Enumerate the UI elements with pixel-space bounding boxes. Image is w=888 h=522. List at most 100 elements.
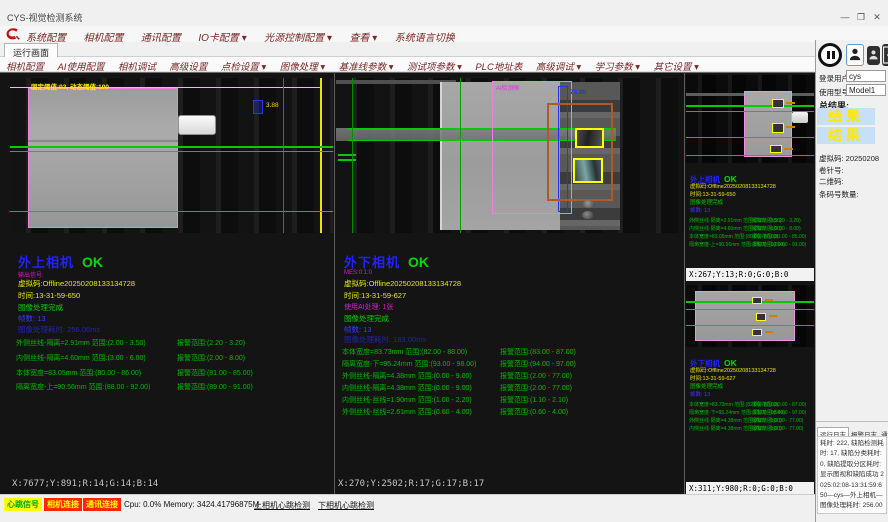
measurement-text: 外侧丝线-隔离=4.38mm 范围:(0.00 - 9.00) bbox=[342, 371, 472, 381]
defect-roi-yellow bbox=[752, 329, 762, 336]
measure-value-label: 3.88 bbox=[266, 102, 279, 109]
threshold-overlay-label: 固定阈值:93, 动态阈值:100 bbox=[31, 81, 109, 91]
baseline-green-vertical bbox=[352, 78, 353, 233]
measurement-row: 本体宽度=83.73mm 范围:(82.00 - 88.00) 报警范围:(83… bbox=[686, 401, 812, 409]
toolbar: 相机配置 AI使用配置 相机调试 高级设置 点检设置 ▾ 图像处理 ▾ 基准线参… bbox=[0, 57, 815, 72]
process-done-line: 图像处理完成 bbox=[344, 313, 389, 324]
left-product-region bbox=[28, 88, 178, 228]
exit-button[interactable] bbox=[882, 44, 888, 66]
alarm-range-text: 报警范围:(2.20 - 3.20) bbox=[752, 217, 801, 224]
operator-mode-button[interactable] bbox=[846, 44, 864, 66]
login-user-input[interactable] bbox=[846, 70, 886, 82]
annotation-mark bbox=[765, 299, 773, 301]
result-display-lower: 结果 bbox=[817, 127, 875, 144]
baseline-green bbox=[686, 309, 814, 310]
annotation-mark bbox=[769, 315, 777, 317]
admin-mode-button[interactable] bbox=[867, 46, 880, 65]
baseline-green bbox=[686, 155, 814, 156]
time-line: 时间:13-31-59-627 bbox=[690, 374, 736, 382]
defect-roi-yellow bbox=[575, 128, 604, 148]
bolt-feature bbox=[582, 211, 594, 219]
measure-roi-blue bbox=[253, 100, 263, 114]
model-input[interactable] bbox=[846, 84, 886, 96]
alarm-range-text: 报警范围:(81.00 - 85.00) bbox=[177, 368, 253, 378]
exit-door-icon bbox=[882, 44, 888, 66]
upper-camera-heartbeat-link[interactable]: 上相机心跳检测 bbox=[254, 500, 310, 511]
mini-panel-top: 外上相机OK 虚拟码:Offline20250208133134728 时间:1… bbox=[686, 72, 814, 281]
frame-line: 帧数: 13 bbox=[18, 313, 46, 324]
elapsed-line: 图像处理耗时: 256.06ms bbox=[18, 324, 100, 335]
frame-line: 帧数: 13 bbox=[690, 206, 710, 214]
barcode-line: 虚拟码:Offline20250208133134728 bbox=[344, 278, 461, 289]
measurement-text: 外侧丝线-隔离=2.91mm 范围:(2.00 - 3.50) bbox=[16, 338, 146, 348]
defect-roi-yellow bbox=[772, 123, 784, 133]
alarm-range-text: 报警范围:(1.10 - 2.10) bbox=[500, 395, 568, 405]
measurement-row: 外侧丝线-隔离=2.91mm 范围:(2.00 - 3.50) 报警范围:(2.… bbox=[10, 338, 333, 351]
alarm-range-text: 报警范围:(2.00 - 77.00) bbox=[752, 417, 803, 424]
status-bar: 心跳信号 相机连接 通讯连接 Cpu: 0.0% Memory: 3424.41… bbox=[0, 494, 815, 522]
process-done-line: 图像处理完成 bbox=[18, 302, 63, 313]
annotation-mark bbox=[784, 148, 793, 150]
baseline-green bbox=[686, 325, 814, 326]
measurement-text: 隔离宽度-下=95.24mm 范围:(93.00 - 98.00) bbox=[342, 359, 476, 369]
alarm-range-text: 报警范围:(2.00 - 8.00) bbox=[752, 225, 801, 232]
defect-roi-yellow bbox=[772, 99, 784, 108]
middle-camera-image[interactable]: AI检测框 73.80 bbox=[336, 78, 683, 233]
measurement-text: 隔离宽度-上=90.56mm 范围:(88.00 - 92.00) bbox=[16, 382, 150, 392]
tab-run-screen[interactable]: 运行画面 bbox=[4, 43, 58, 57]
baseline-green bbox=[686, 137, 814, 138]
measurement-text: 内侧丝线-隔离=4.60mm 范围:(3.00 - 6.00) bbox=[16, 353, 146, 363]
measurement-row: 隔离宽度-上=90.56mm 范围:(88.00 - 92.00) 报警范围:(… bbox=[10, 382, 333, 395]
left-camera-image[interactable]: 3.88 固定阈值:93, 动态阈值:100 bbox=[10, 78, 333, 233]
alarm-range-text: 报警范围:(2.00 - 77.00) bbox=[500, 383, 572, 393]
panel-separator bbox=[684, 72, 685, 494]
alarm-range-text: 报警范围:(94.00 - 97.00) bbox=[500, 359, 576, 369]
bolt-feature bbox=[583, 200, 595, 208]
defect-roi-yellow bbox=[573, 158, 603, 183]
camera-connection-badge: 相机连接 bbox=[44, 498, 82, 511]
baseline-green bbox=[686, 105, 814, 107]
cpu-memory-status: Cpu: 0.0% Memory: 3424.41796875M bbox=[124, 500, 259, 509]
barcode-line: 虚拟码:Offline20250208133134728 bbox=[690, 182, 776, 190]
camera-name: 外上相机 bbox=[18, 255, 74, 270]
time-line: 时间:13-31-59-650 bbox=[690, 190, 736, 198]
result-ok-badge: OK bbox=[82, 254, 103, 270]
baseline-green bbox=[10, 151, 333, 152]
annotation-mark bbox=[765, 331, 773, 333]
product-edge bbox=[28, 140, 178, 142]
measurement-row: 本体宽度=83.05mm 范围:(80.00 - 86.00) 报警范围:(81… bbox=[686, 233, 812, 241]
baseline-green-vertical bbox=[283, 78, 284, 233]
time-line: 时间:13-31-59-627 bbox=[344, 290, 406, 301]
mini-bottom-camera-image[interactable] bbox=[686, 285, 814, 347]
alarm-range-text: 报警范围:(2.00 - 8.00) bbox=[177, 353, 245, 363]
pause-icon bbox=[827, 51, 830, 59]
alarm-range-text: 报警范围:(83.00 - 87.00) bbox=[752, 401, 806, 408]
alarm-range-text: 报警范围:(81.00 - 85.00) bbox=[752, 233, 806, 240]
measurement-row: 本体宽度=83.05mm 范围:(80.00 - 86.00) 报警范围:(81… bbox=[10, 368, 333, 381]
measurement-row: 内侧丝线-隔离=4.60mm 范围:(3.00 - 6.00) 报警范围:(2.… bbox=[686, 225, 812, 233]
app-logo-icon bbox=[5, 27, 20, 41]
mini-top-camera-image[interactable] bbox=[686, 75, 814, 163]
log-text-area[interactable]: 耗时: 222, 缺陷检测耗时: 17, 缺陷分类耗时: 0, 缺陷提取分区耗时… bbox=[817, 436, 887, 514]
measurement-row: 外侧丝线-丝线=2.61mm 范围:(0.60 - 4.00) 报警范围:(0.… bbox=[336, 407, 683, 420]
lower-camera-heartbeat-link[interactable]: 下相机心跳检测 bbox=[318, 500, 374, 511]
process-done-line: 图像处理完成 bbox=[690, 198, 723, 206]
result-display-upper: 结果 bbox=[817, 108, 875, 125]
maximize-icon[interactable]: ❐ bbox=[854, 12, 868, 23]
comm-connection-badge: 通讯连接 bbox=[83, 498, 121, 511]
alarm-range-text: 报警范围:(2.00 - 77.00) bbox=[752, 425, 803, 432]
title-bar: CYS-视觉检测系统 — ❐ ✕ bbox=[0, 0, 888, 26]
baseline-green-vertical bbox=[460, 78, 461, 233]
process-done-line: 图像处理完成 bbox=[690, 382, 723, 390]
signal-line: MES:0:1:0 bbox=[344, 270, 372, 276]
machine-edge bbox=[336, 80, 456, 84]
alarm-range-text: 报警范围:(2.20 - 3.20) bbox=[177, 338, 245, 348]
pause-button[interactable] bbox=[818, 43, 842, 67]
mini-product-region bbox=[695, 291, 795, 341]
baseline-green bbox=[10, 211, 333, 212]
minimize-icon[interactable]: — bbox=[838, 12, 852, 22]
barcode-count-label: 条码号数量: bbox=[819, 189, 859, 200]
close-icon[interactable]: ✕ bbox=[870, 12, 884, 23]
roi-brown bbox=[547, 103, 613, 201]
heartbeat-status-badge: 心跳信号 bbox=[4, 498, 42, 511]
